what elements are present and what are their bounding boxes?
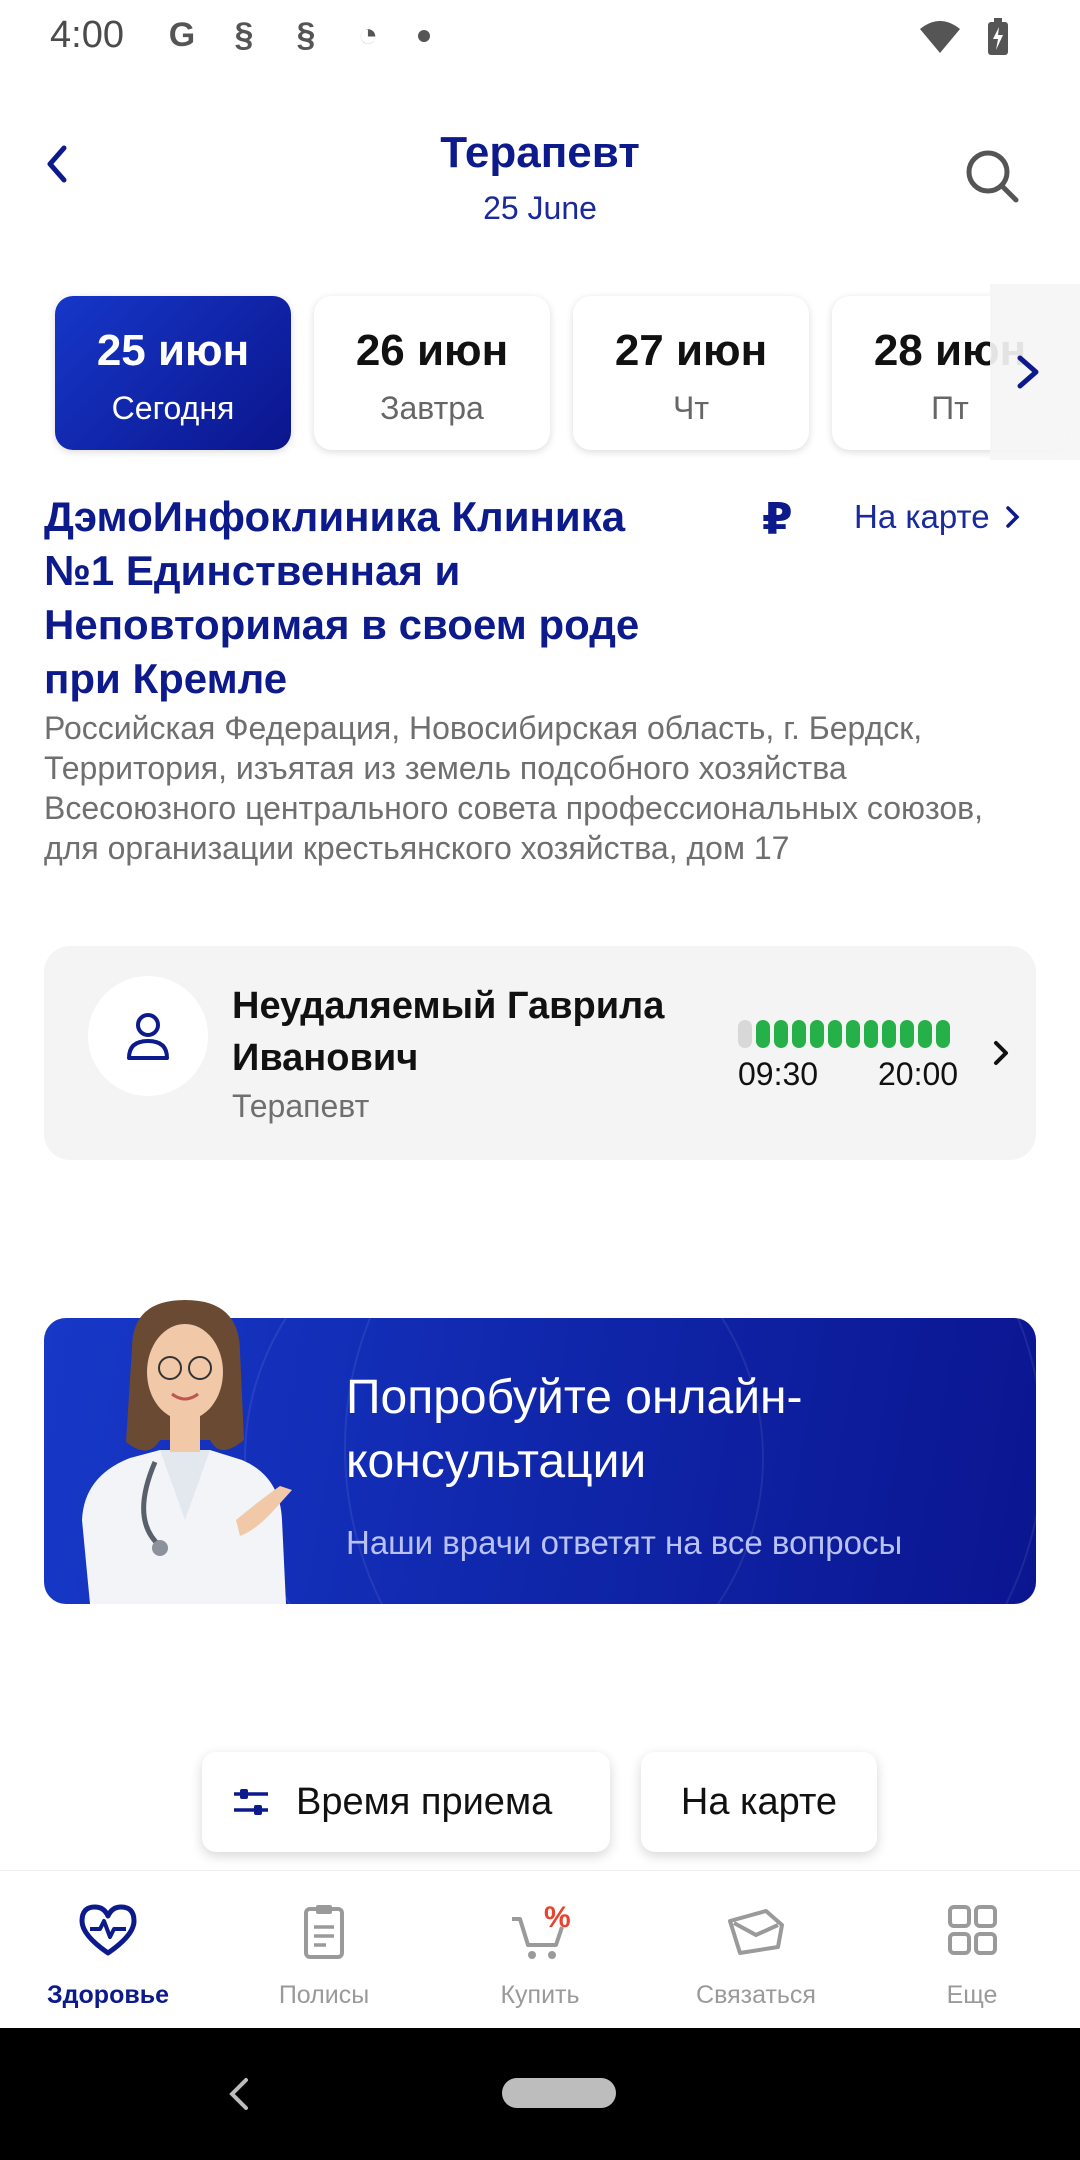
ruble-icon: ₽ — [762, 495, 793, 544]
date-chip-day: 27 июн — [614, 326, 768, 375]
chevron-right-icon — [994, 1041, 1008, 1065]
filter-sliders-icon — [234, 1789, 268, 1815]
appointment-time-label: Время приема — [296, 1780, 553, 1823]
date-chip-weekday: Сегодня — [111, 390, 235, 426]
map-view-label: На карте — [680, 1780, 838, 1823]
nav-item-policies[interactable]: Полисы — [216, 1871, 432, 2029]
date-chip-day: 25 июн — [96, 326, 250, 375]
nav-label: Полисы — [278, 1981, 370, 2009]
sim-icon: § — [234, 16, 254, 54]
more-notifications-icon — [418, 29, 430, 42]
slot-free — [774, 1020, 788, 1048]
chevron-right-icon[interactable] — [1014, 352, 1042, 392]
time-end: 20:00 — [878, 1056, 959, 1092]
battery-icon — [988, 18, 1008, 55]
slot-free — [846, 1020, 860, 1048]
clinic-address: Российская Федерация, Новосибирская обла… — [44, 710, 984, 866]
nav-item-more[interactable]: Еще — [864, 1871, 1080, 2029]
map-view-button[interactable]: На карте — [641, 1752, 877, 1852]
system-navigation-bar — [0, 2028, 1080, 2160]
heart-pulse-icon — [79, 1904, 137, 1956]
doctor-name: Неудаляемый Гаврила Иванович — [232, 985, 665, 1079]
slot-busy — [738, 1020, 752, 1048]
google-icon: G — [168, 16, 196, 54]
app-icon: ◔ — [357, 16, 379, 54]
availability-bar — [738, 1020, 950, 1048]
slot-free — [882, 1020, 896, 1048]
clinic-map-link-label: На карте — [854, 498, 990, 535]
slot-free — [810, 1020, 824, 1048]
banner-title: Попробуйте онлайн-консультации — [346, 1371, 803, 1488]
wifi-icon — [920, 21, 960, 53]
system-home-pill[interactable] — [502, 2078, 616, 2108]
doctor-card[interactable]: Неудаляемый Гаврила Иванович Терапевт 09… — [44, 946, 1036, 1160]
clinic-name[interactable]: ДэмоИнфоклиника Клиника №1 Единственная … — [44, 490, 684, 706]
nav-label: Еще — [946, 1981, 998, 2009]
clinic-map-link[interactable]: На карте — [854, 498, 1020, 536]
date-chip-tomorrow[interactable]: 26 июн Завтра — [314, 296, 550, 450]
nav-item-contact[interactable]: Связаться — [648, 1871, 864, 2029]
nav-item-buy[interactable]: % Купить — [432, 1871, 648, 2029]
date-selector: 25 июн Сегодня 26 июн Завтра 27 июн Чт 2… — [0, 284, 1080, 460]
time-start: 09:30 — [738, 1056, 819, 1092]
slot-free — [864, 1020, 878, 1048]
date-chip-thursday[interactable]: 27 июн Чт — [573, 296, 809, 450]
date-chip-day: 26 июн — [355, 326, 509, 375]
slot-free — [828, 1020, 842, 1048]
status-notification-icons: G § § ◔ — [160, 16, 430, 55]
date-chip-today[interactable]: 25 июн Сегодня — [55, 296, 291, 450]
user-icon — [127, 1013, 169, 1060]
slot-free — [900, 1020, 914, 1048]
slot-free — [792, 1020, 806, 1048]
date-chip-weekday: Чт — [673, 390, 709, 426]
page-date: 25 June — [483, 190, 597, 226]
sim-icon: § — [296, 16, 316, 54]
system-back-icon[interactable] — [228, 2076, 250, 2112]
envelope-icon — [728, 1909, 784, 1955]
status-time: 4:00 — [50, 14, 124, 56]
date-chip-weekday: Завтра — [380, 390, 484, 426]
clipboard-icon — [304, 1905, 344, 1959]
search-icon[interactable] — [962, 146, 1022, 206]
nav-label: Связаться — [696, 1981, 816, 2009]
chevron-right-icon — [1005, 506, 1020, 528]
nav-label: Здоровье — [47, 1981, 169, 2009]
avatar — [88, 976, 208, 1096]
slot-free — [918, 1020, 932, 1048]
nav-item-health[interactable]: Здоровье — [0, 1871, 216, 2029]
banner-subtitle: Наши врачи ответят на все вопросы — [346, 1524, 903, 1561]
cart-percent-icon: % — [512, 1903, 571, 1959]
grid-icon — [948, 1905, 997, 1955]
slot-free — [756, 1020, 770, 1048]
bottom-navigation: Здоровье Полисы % Купить Связаться Еще — [0, 1870, 1080, 2028]
appointment-time-button[interactable]: Время приема — [202, 1752, 610, 1852]
status-bar: 4:00 G § § ◔ — [0, 0, 1080, 78]
doctor-photo — [82, 1300, 292, 1604]
slot-free — [936, 1020, 950, 1048]
status-system-icons — [918, 18, 1010, 56]
svg-text:%: % — [544, 1903, 571, 1934]
nav-label: Купить — [500, 1981, 580, 2009]
doctor-specialty: Терапевт — [232, 1088, 370, 1124]
page-title: Терапевт — [440, 128, 640, 177]
